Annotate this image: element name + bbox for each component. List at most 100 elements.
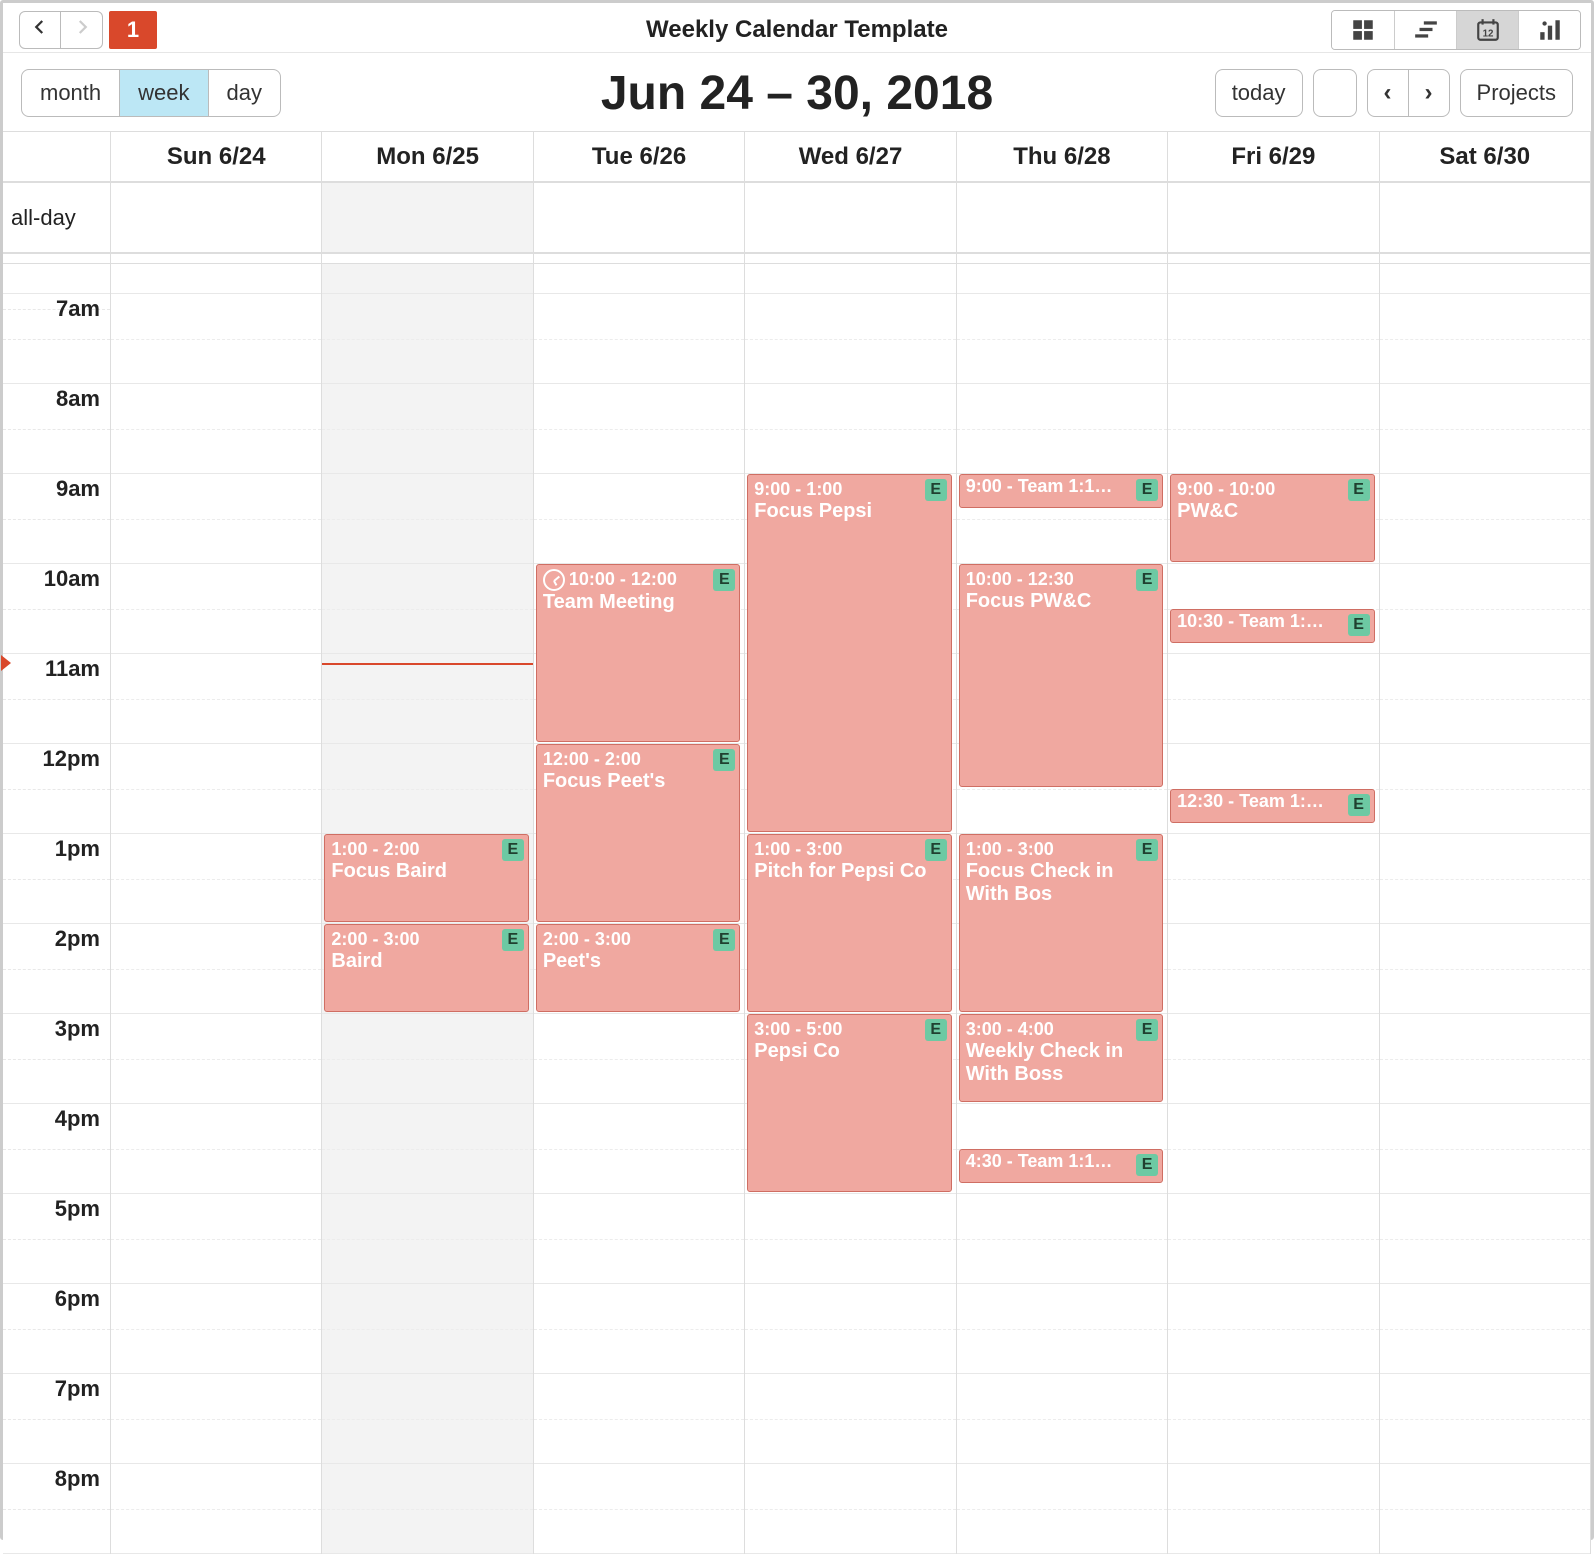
hour-label: 12pm	[3, 744, 110, 834]
event-time: 1:00 - 3:00	[754, 839, 944, 860]
event-badge: E	[713, 749, 735, 771]
gutter-head	[3, 132, 111, 182]
calendar-event[interactable]: 10:00 - 12:00Team MeetingE	[536, 564, 740, 742]
calendar-event[interactable]: 9:00 - Team 1:1…E	[959, 474, 1163, 508]
allday-cell[interactable]	[745, 183, 956, 253]
event-time: 4:30 - Team 1:1…	[966, 1151, 1156, 1172]
time-gutter: 7am8am9am10am11am12pm1pm2pm3pm4pm5pm6pm7…	[3, 264, 111, 1554]
hour-label: 5pm	[3, 1194, 110, 1284]
chevron-right-icon: ›	[1425, 79, 1433, 107]
event-title: Baird	[331, 950, 521, 973]
event-time: 10:00 - 12:00	[543, 569, 733, 591]
layout-tab-number[interactable]: 1	[109, 11, 157, 49]
event-badge: E	[925, 479, 947, 501]
day-column[interactable]: 10:00 - 12:00Team MeetingE12:00 - 2:00Fo…	[534, 264, 745, 1554]
view-day-button[interactable]: day	[208, 69, 281, 117]
event-time: 1:00 - 2:00	[331, 839, 521, 860]
event-time: 9:00 - 10:00	[1177, 479, 1367, 500]
chevron-left-icon	[31, 18, 49, 42]
calendar-event[interactable]: 12:00 - 2:00Focus Peet'sE	[536, 744, 740, 922]
now-line	[322, 663, 532, 665]
projects-button[interactable]: Projects	[1460, 69, 1573, 117]
calendar-event[interactable]: 1:00 - 2:00Focus BairdE	[324, 834, 528, 922]
event-badge: E	[713, 569, 735, 591]
calendar-event[interactable]: 3:00 - 5:00Pepsi CoE	[747, 1014, 951, 1192]
hour-label: 9am	[3, 474, 110, 564]
calendar-event[interactable]: 10:00 - 12:30Focus PW&CE	[959, 564, 1163, 787]
day-column[interactable]: 1:00 - 2:00Focus BairdE2:00 - 3:00BairdE	[322, 264, 533, 1554]
hour-label: 10am	[3, 564, 110, 654]
day-column[interactable]	[111, 264, 322, 1554]
event-title: Focus Check in With Bos	[966, 860, 1156, 906]
day-column[interactable]: 9:00 - 10:00PW&CE10:30 - Team 1:…E12:30 …	[1168, 264, 1379, 1554]
day-header: Tue 6/26	[534, 132, 745, 182]
view-calendar-icon[interactable]: 12	[1456, 11, 1518, 49]
event-time: 12:30 - Team 1:…	[1177, 791, 1367, 812]
event-title: Peet's	[543, 950, 733, 973]
event-title: PW&C	[1177, 500, 1367, 523]
chevron-left-icon: ‹	[1384, 79, 1392, 107]
calendar-event[interactable]: 9:00 - 10:00PW&CE	[1170, 474, 1374, 562]
allday-cell[interactable]	[1168, 183, 1379, 253]
nav-back-button[interactable]	[19, 11, 61, 49]
event-title: Focus Peet's	[543, 770, 733, 793]
hour-label: 4pm	[3, 1104, 110, 1194]
event-badge: E	[1348, 614, 1370, 636]
chevron-right-icon	[73, 18, 91, 42]
next-week-button[interactable]: ›	[1409, 69, 1450, 117]
view-chart-icon[interactable]	[1518, 11, 1580, 49]
calendar-event[interactable]: 2:00 - 3:00Peet'sE	[536, 924, 740, 1012]
hour-label: 8pm	[3, 1464, 110, 1554]
calendar-event[interactable]: 3:00 - 4:00Weekly Check in With BossE	[959, 1014, 1163, 1102]
calendar-event[interactable]: 1:00 - 3:00Pitch for Pepsi CoE	[747, 834, 951, 1012]
allday-cell[interactable]	[957, 183, 1168, 253]
nav-forward-button[interactable]	[61, 11, 103, 49]
event-badge: E	[925, 839, 947, 861]
event-time: 12:00 - 2:00	[543, 749, 733, 770]
view-grid-icon[interactable]	[1332, 11, 1394, 49]
allday-cell[interactable]	[322, 183, 533, 253]
day-header: Sun 6/24	[111, 132, 322, 182]
allday-cell[interactable]	[111, 183, 322, 253]
view-gantt-icon[interactable]	[1394, 11, 1456, 49]
event-badge: E	[1136, 839, 1158, 861]
hour-label: 3pm	[3, 1014, 110, 1104]
now-indicator-icon	[1, 655, 11, 671]
hour-label: 11am	[3, 654, 110, 744]
hour-label: 1pm	[3, 834, 110, 924]
event-title: Pitch for Pepsi Co	[754, 860, 944, 883]
calendar-event[interactable]: 2:00 - 3:00BairdE	[324, 924, 528, 1012]
day-column[interactable]	[1380, 264, 1591, 1554]
allday-cell[interactable]	[1380, 183, 1591, 253]
event-title: Focus PW&C	[966, 590, 1156, 613]
event-badge: E	[1136, 1154, 1158, 1176]
event-time: 1:00 - 3:00	[966, 839, 1156, 860]
event-badge: E	[713, 929, 735, 951]
today-button[interactable]: today	[1215, 69, 1303, 117]
dropdown-button[interactable]	[1313, 69, 1357, 117]
calendar-event[interactable]: 1:00 - 3:00Focus Check in With BosE	[959, 834, 1163, 1012]
clock-icon	[543, 569, 565, 591]
event-time: 10:30 - Team 1:…	[1177, 611, 1367, 632]
event-time: 9:00 - Team 1:1…	[966, 476, 1156, 497]
calendar-event[interactable]: 10:30 - Team 1:…E	[1170, 609, 1374, 643]
calendar-event[interactable]: 4:30 - Team 1:1…E	[959, 1149, 1163, 1183]
event-time: 3:00 - 5:00	[754, 1019, 944, 1040]
event-time: 3:00 - 4:00	[966, 1019, 1156, 1040]
day-column[interactable]: 9:00 - Team 1:1…E10:00 - 12:30Focus PW&C…	[957, 264, 1168, 1554]
event-badge: E	[1136, 569, 1158, 591]
view-month-button[interactable]: month	[21, 69, 120, 117]
hour-label: 7am	[3, 294, 110, 384]
event-title: Weekly Check in With Boss	[966, 1040, 1156, 1086]
event-badge: E	[925, 1019, 947, 1041]
day-column[interactable]: 9:00 - 1:00Focus PepsiE1:00 - 3:00Pitch …	[745, 264, 956, 1554]
event-badge: E	[502, 929, 524, 951]
hour-label: 8am	[3, 384, 110, 474]
view-week-button[interactable]: week	[120, 69, 207, 117]
calendar-event[interactable]: 9:00 - 1:00Focus PepsiE	[747, 474, 951, 832]
event-badge: E	[502, 839, 524, 861]
event-badge: E	[1348, 794, 1370, 816]
allday-cell[interactable]	[534, 183, 745, 253]
calendar-event[interactable]: 12:30 - Team 1:…E	[1170, 789, 1374, 823]
prev-week-button[interactable]: ‹	[1367, 69, 1409, 117]
